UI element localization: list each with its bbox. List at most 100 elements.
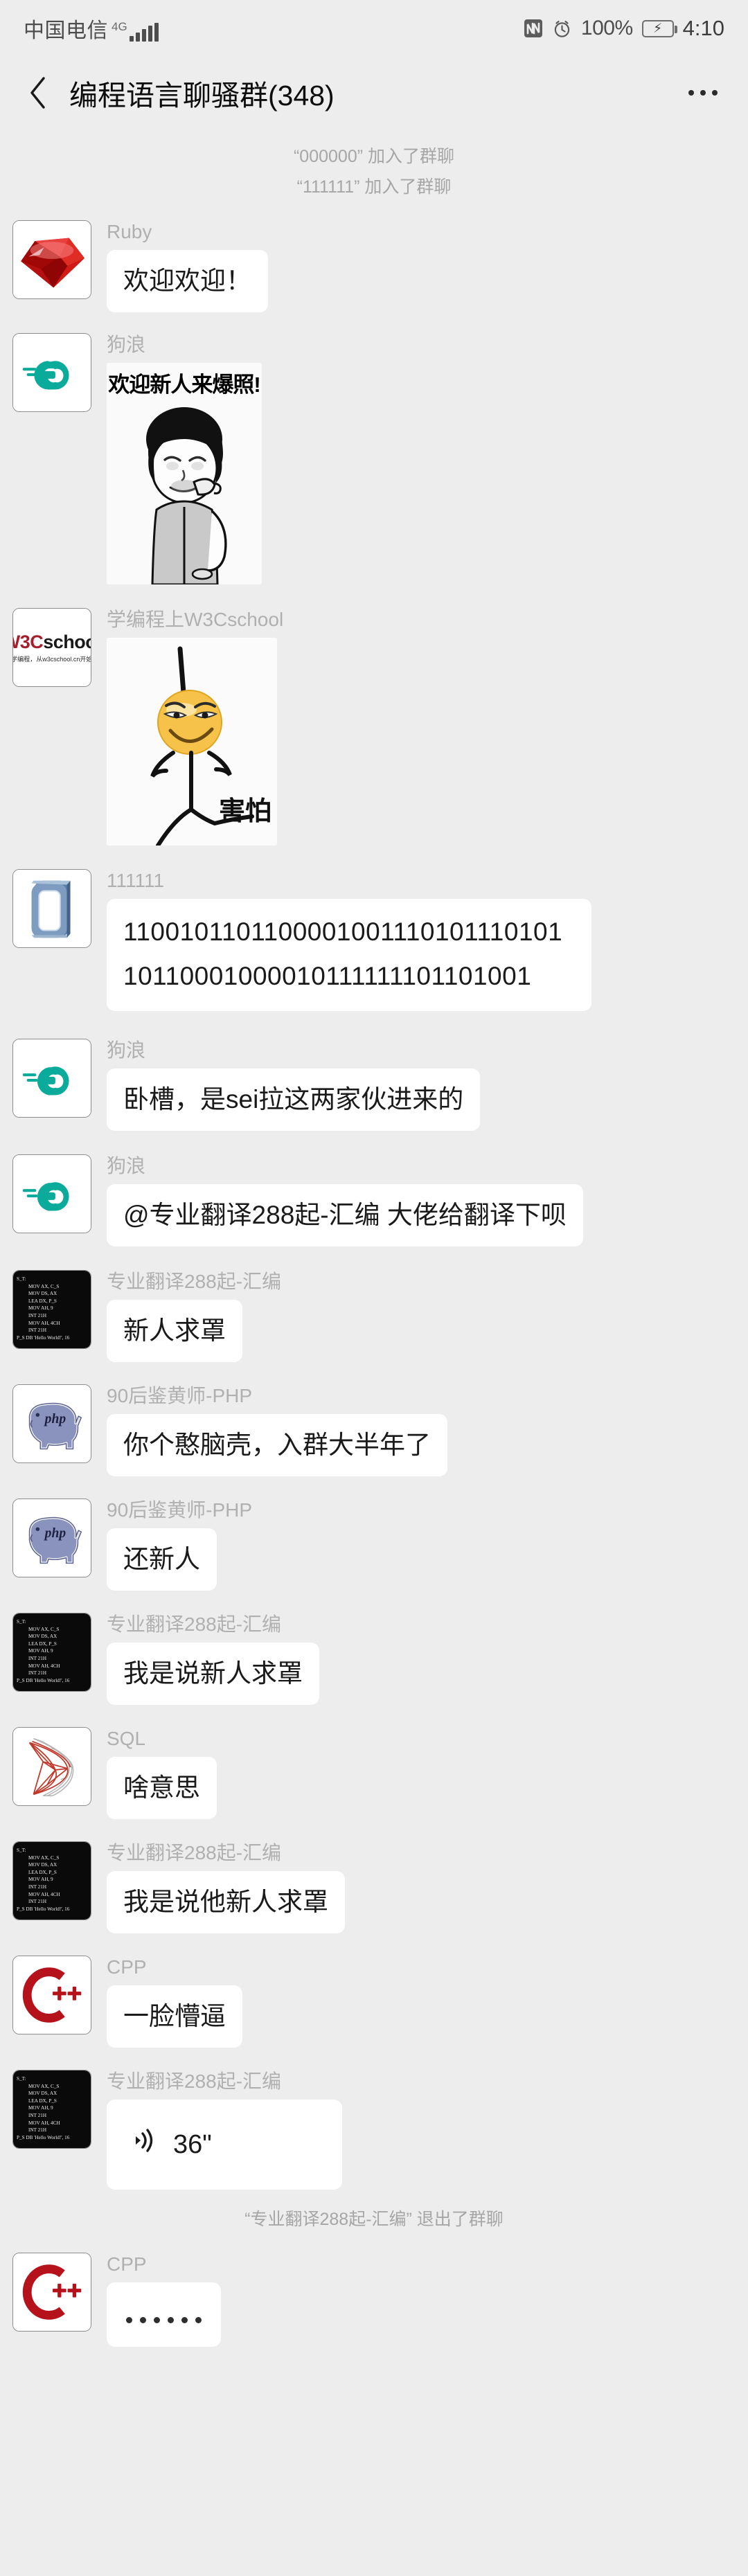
message-body: 狗浪 欢迎新人来爆照!	[107, 333, 262, 584]
message-body: 学编程上W3Cschool 害怕	[107, 608, 283, 846]
assembly-code-avatar[interactable]: S_T: MOV AX, C_S MOV DS, AX LEA DX, P_S …	[12, 2070, 91, 2149]
message-row[interactable]: SQL 啥意思	[0, 1705, 748, 1819]
message-bubble[interactable]: 我是说新人求罩	[107, 1643, 319, 1705]
message-row[interactable]: 狗浪 @专业翻译288起-汇编 大佬给翻译下呗	[0, 1131, 748, 1246]
message-row[interactable]: CPP	[0, 2235, 748, 2347]
message-bubble[interactable]: 欢迎欢迎！	[107, 250, 268, 312]
asm-line: LEA DX, P_S	[28, 2098, 57, 2104]
message-bubble[interactable]: @专业翻译288起-汇编 大佬给翻译下呗	[107, 1184, 583, 1246]
page-title: 编程语言聊骚群(348)	[69, 80, 335, 111]
sender-name: 90后鉴黄师-PHP	[107, 1385, 253, 1406]
asm-line: INT 21H	[28, 1327, 47, 1334]
message-bubble[interactable]: 啥意思	[107, 1757, 217, 1819]
message-bubble[interactable]: 你个憨脑壳，入群大半年了	[107, 1414, 447, 1476]
blue-zero-avatar[interactable]	[12, 869, 91, 948]
asm-line: P_S DB 'Hello World!', 16	[17, 1334, 70, 1341]
message-bubble[interactable]: 一脸懵逼	[107, 1985, 242, 2048]
message-bubble[interactable]: 还新人	[107, 1528, 217, 1591]
asm-line: INT 21H	[28, 1655, 47, 1661]
scared-smiley-stickman-sticker[interactable]: 害怕	[107, 638, 277, 846]
sender-name: 学编程上W3Cschool	[107, 609, 284, 630]
asm-line: MOV DS, AX	[28, 2091, 57, 2097]
asm-line: MOV AH, 9	[28, 1305, 53, 1312]
sender-name: 90后鉴黄师-PHP	[107, 1499, 253, 1521]
voice-wave-icon	[129, 2125, 159, 2165]
message-row[interactable]: S_T: MOV AX, C_S MOV DS, AX LEA DX, P_S …	[0, 1819, 748, 1933]
assembly-code-avatar[interactable]: S_T: MOV AX, C_S MOV DS, AX LEA DX, P_S …	[12, 1270, 91, 1349]
asm-line: MOV AX, C_S	[28, 1283, 60, 1289]
sender-name: 111111	[107, 870, 165, 891]
golang-logo-avatar[interactable]	[12, 1039, 91, 1118]
asm-line: MOV AH, 9	[28, 1648, 53, 1654]
signal-strength-icon	[129, 23, 159, 42]
asm-line: S_T:	[17, 1619, 26, 1625]
sender-name: 狗浪	[107, 1039, 146, 1061]
php-elephant-avatar[interactable]: php	[12, 1384, 91, 1463]
asm-line: MOV AH, 4CH	[28, 1663, 60, 1669]
message-row[interactable]: 111111 110010110110000100111010111010110…	[0, 846, 748, 1011]
back-chevron-icon[interactable]	[24, 73, 51, 112]
assembly-code-avatar[interactable]: S_T: MOV AX, C_S MOV DS, AX LEA DX, P_S …	[12, 1841, 91, 1920]
w3c-tagline: 学编程，从w3cschool.cn开始	[12, 655, 91, 663]
asm-line: MOV AX, C_S	[28, 1626, 60, 1632]
cpp-logo-avatar[interactable]	[12, 2253, 91, 2332]
wechat-group-chat-screen: 中国电信 4G 100% ⚡ 4:10 编程语言聊骚群(348) “000000…	[0, 0, 748, 2576]
system-message-leave: “专业翻译288起-汇编” 退出了群聊	[244, 2210, 504, 2229]
asm-line: INT 21H	[28, 1884, 47, 1890]
message-row[interactable]: Ruby 欢迎欢迎！	[0, 202, 748, 312]
message-row[interactable]: 狗浪 欢迎新人来爆照!	[0, 312, 748, 584]
sticker-caption: 害怕	[218, 797, 271, 826]
ruby-gem-avatar[interactable]	[12, 220, 91, 299]
asm-line: S_T:	[17, 2076, 26, 2082]
assembly-code-text: S_T: MOV AX, C_S MOV DS, AX LEA DX, P_S …	[13, 1613, 91, 1691]
battery-percent-label: 100%	[580, 17, 633, 39]
asm-line: MOV DS, AX	[28, 1862, 57, 1868]
sql-server-logo-avatar[interactable]	[12, 1727, 91, 1806]
svg-text:php: php	[44, 1411, 66, 1426]
message-bubble[interactable]: 卧槽，是sei拉这两家伙进来的	[107, 1068, 481, 1131]
bowl-cut-guy-sticker[interactable]: 欢迎新人来爆照!	[107, 363, 262, 584]
message-list[interactable]: “000000” 加入了群聊 “111111” 加入了群聊 Ruby 欢迎欢迎！…	[0, 129, 748, 2347]
php-elephant-avatar[interactable]: php	[12, 1499, 91, 1577]
message-bubble[interactable]: 1100101101100001001110101110101101100010…	[107, 899, 591, 1011]
asm-line: P_S DB 'Hello World!', 16	[17, 2134, 70, 2140]
sticker-caption: 欢迎新人来爆照!	[108, 373, 260, 397]
message-body: Ruby 欢迎欢迎！	[107, 220, 268, 312]
message-bubble[interactable]: 我是说他新人求罩	[107, 1871, 345, 1933]
more-options-icon[interactable]	[686, 80, 720, 105]
assembly-code-avatar[interactable]: S_T: MOV AX, C_S MOV DS, AX LEA DX, P_S …	[12, 1613, 91, 1692]
golang-logo-avatar[interactable]	[12, 333, 91, 412]
message-row[interactable]: 狗浪 卧槽，是sei拉这两家伙进来的	[0, 1011, 748, 1131]
asm-line: LEA DX, P_S	[28, 1298, 57, 1304]
message-row[interactable]: S_T: MOV AX, C_S MOV DS, AX LEA DX, P_S …	[0, 1246, 748, 1362]
status-bar-left: 中国电信 4G	[24, 13, 159, 44]
message-row[interactable]: W3Cschool 学编程，从w3cschool.cn开始 学编程上W3Csch…	[0, 584, 748, 846]
assembly-code-text: S_T: MOV AX, C_S MOV DS, AX LEA DX, P_S …	[13, 1271, 91, 1348]
golang-logo-avatar[interactable]	[12, 1154, 91, 1233]
cpp-logo-avatar[interactable]	[12, 1956, 91, 2034]
asm-line: MOV AH, 4CH	[28, 1320, 60, 1326]
system-message-join-000000: “000000” 加入了群聊	[293, 147, 455, 166]
battery-charging-icon: ⚡	[641, 19, 677, 37]
message-row[interactable]: php 90后鉴黄师-PHP 你个憨脑壳，入群大半年了	[0, 1362, 748, 1476]
asm-line: INT 21H	[28, 2127, 47, 2134]
message-row[interactable]: S_T: MOV AX, C_S MOV DS, AX LEA DX, P_S …	[0, 2048, 748, 2190]
message-bubble[interactable]	[107, 2282, 221, 2347]
svg-text:php: php	[44, 1526, 66, 1541]
status-bar-right: 100% ⚡ 4:10	[524, 16, 724, 41]
message-row[interactable]: S_T: MOV AX, C_S MOV DS, AX LEA DX, P_S …	[0, 1591, 748, 1705]
asm-line: P_S DB 'Hello World!', 16	[17, 1906, 70, 1912]
status-bar: 中国电信 4G 100% ⚡ 4:10	[0, 0, 748, 57]
message-bubble[interactable]: 新人求罩	[107, 1300, 242, 1362]
asm-line: MOV DS, AX	[28, 1634, 57, 1640]
system-message-join-111111: “111111” 加入了群聊	[296, 177, 452, 197]
clock-label: 4:10	[682, 16, 724, 40]
asm-line: MOV AH, 4CH	[28, 2120, 60, 2126]
message-body: 狗浪 @专业翻译288起-汇编 大佬给翻译下呗	[107, 1154, 583, 1246]
assembly-code-text: S_T: MOV AX, C_S MOV DS, AX LEA DX, P_S …	[13, 2070, 91, 2148]
message-row[interactable]: CPP 一脸懵逼	[0, 1933, 748, 2048]
message-row[interactable]: php 90后鉴黄师-PHP 还新人	[0, 1476, 748, 1591]
voice-message-bubble[interactable]: 36"	[107, 2100, 342, 2190]
sender-name: 狗浪	[107, 1155, 146, 1177]
w3cschool-logo-avatar[interactable]: W3Cschool 学编程，从w3cschool.cn开始	[12, 608, 91, 687]
